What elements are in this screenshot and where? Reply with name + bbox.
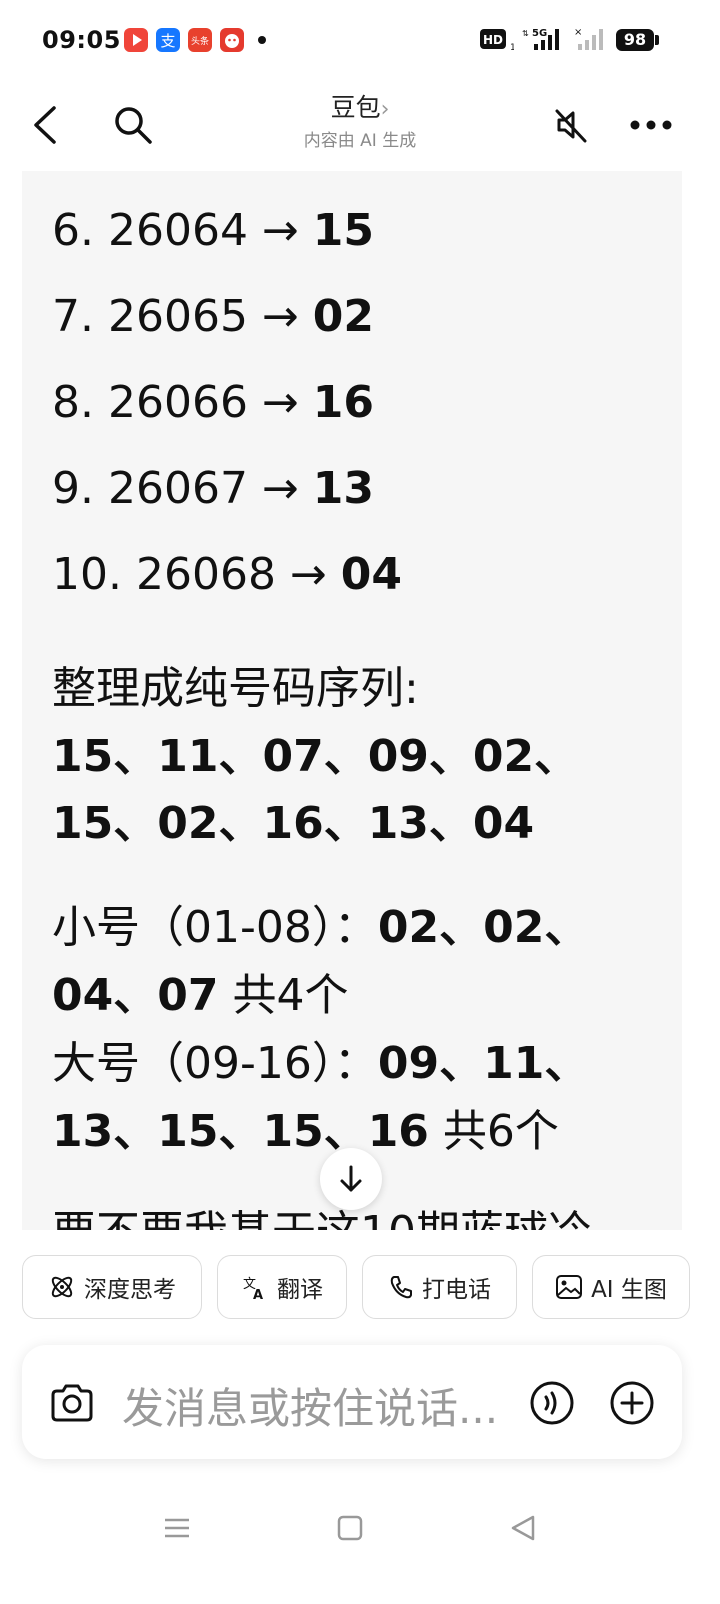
menu-button[interactable] <box>157 1510 197 1546</box>
more-dots-icon <box>630 120 672 130</box>
home-square-icon <box>337 1515 363 1541</box>
plus-circle-icon <box>610 1381 654 1425</box>
svg-text:A: A <box>253 1288 263 1301</box>
small-numbers-line-2: 04、07 共4个 <box>52 970 349 1021</box>
hd-icon: HD 1 <box>480 26 516 58</box>
svg-text:1: 1 <box>510 43 514 53</box>
image-icon <box>556 1275 583 1299</box>
status-bar: 09:05 支 头条 HD 1 5G ⇅ × 98 <box>0 0 720 80</box>
menu-lines-icon <box>165 1518 189 1538</box>
add-button[interactable] <box>608 1379 656 1427</box>
shopping-app-icon <box>220 28 244 52</box>
battery-icon <box>655 35 659 45</box>
svg-text:⇅: ⇅ <box>522 29 529 38</box>
signal-weak-icon: × <box>572 26 608 58</box>
mute-button[interactable] <box>544 98 598 152</box>
sequence-line-2: 15、02、16、13、04 <box>52 798 535 849</box>
big-numbers-line-1: 大号（09-16）：09、11、 <box>52 1038 589 1089</box>
speaker-muted-icon <box>555 109 587 143</box>
message-content: 6. 26064 → 15 7. 26065 → 02 8. 26066 → 1… <box>22 171 682 1230</box>
result-line-7: 7. 26065 → 02 <box>52 291 375 342</box>
chat-title-text: 豆包 <box>330 93 381 122</box>
scroll-to-bottom-button[interactable] <box>320 1148 382 1210</box>
toutiao-icon: 头条 <box>188 28 212 52</box>
arrow-down-icon <box>340 1165 362 1192</box>
translate-chip[interactable]: 文A 翻译 <box>217 1255 347 1319</box>
search-button[interactable] <box>106 98 160 152</box>
back-arrow-icon <box>34 106 56 144</box>
cutoff-text-line: 要不要我基于这10期蓝球冷 <box>52 1196 592 1230</box>
svg-text:×: × <box>574 27 582 38</box>
message-input[interactable]: 发消息或按住说话... <box>122 1375 532 1436</box>
back-button[interactable] <box>18 98 72 152</box>
deep-think-label: 深度思考 <box>84 1277 176 1303</box>
triangle-back-icon <box>511 1515 535 1541</box>
ai-image-label: AI 生图 <box>591 1277 667 1303</box>
sequence-line-1: 15、11、07、09、02、 <box>52 731 579 782</box>
status-time: 09:05 <box>42 26 121 54</box>
notification-dot <box>258 36 266 44</box>
chevron-right-icon: › <box>380 97 390 122</box>
video-app-icon <box>124 28 148 52</box>
signal-5g-icon: 5G ⇅ <box>522 26 570 58</box>
message-input-bar: 发消息或按住说话... <box>22 1345 682 1459</box>
call-label: 打电话 <box>422 1277 491 1303</box>
call-chip[interactable]: 打电话 <box>362 1255 517 1319</box>
system-nav-bar <box>0 1490 720 1560</box>
ai-image-chip[interactable]: AI 生图 <box>532 1255 690 1319</box>
phone-icon <box>390 1276 412 1299</box>
camera-button[interactable] <box>48 1379 96 1427</box>
atom-icon <box>51 1276 73 1298</box>
search-icon <box>115 107 152 144</box>
result-line-9: 9. 26067 → 13 <box>52 463 375 514</box>
home-button[interactable] <box>330 1510 370 1546</box>
svg-text:头条: 头条 <box>191 35 209 47</box>
ai-generated-note: 内容由 AI 生成 <box>303 131 417 151</box>
translate-label: 翻译 <box>277 1277 323 1303</box>
chat-header: 豆包› 内容由 AI 生成 <box>0 80 720 170</box>
translate-icon: 文A <box>243 1277 263 1301</box>
battery-level: 98 <box>616 29 654 51</box>
small-numbers-line-1: 小号（01-08）：02、02、 <box>52 902 589 953</box>
svg-text:支: 支 <box>160 32 175 50</box>
voice-button[interactable] <box>528 1379 576 1427</box>
big-numbers-line-2: 13、15、15、16 共6个 <box>52 1106 559 1157</box>
chat-title[interactable]: 豆包› <box>260 88 460 124</box>
sequence-label: 整理成纯号码序列: <box>52 663 419 714</box>
alipay-icon: 支 <box>156 28 180 52</box>
result-line-10: 10. 26068 → 04 <box>52 549 403 600</box>
result-line-8: 8. 26066 → 16 <box>52 377 375 428</box>
svg-text:5G: 5G <box>532 28 547 39</box>
back-nav-button[interactable] <box>503 1510 543 1546</box>
camera-icon <box>51 1384 93 1422</box>
result-line-6: 6. 26064 → 15 <box>52 205 375 256</box>
svg-text:HD: HD <box>483 33 503 47</box>
more-button[interactable] <box>624 98 678 152</box>
voice-wave-icon <box>530 1381 574 1425</box>
deep-think-chip[interactable]: 深度思考 <box>22 1255 202 1319</box>
